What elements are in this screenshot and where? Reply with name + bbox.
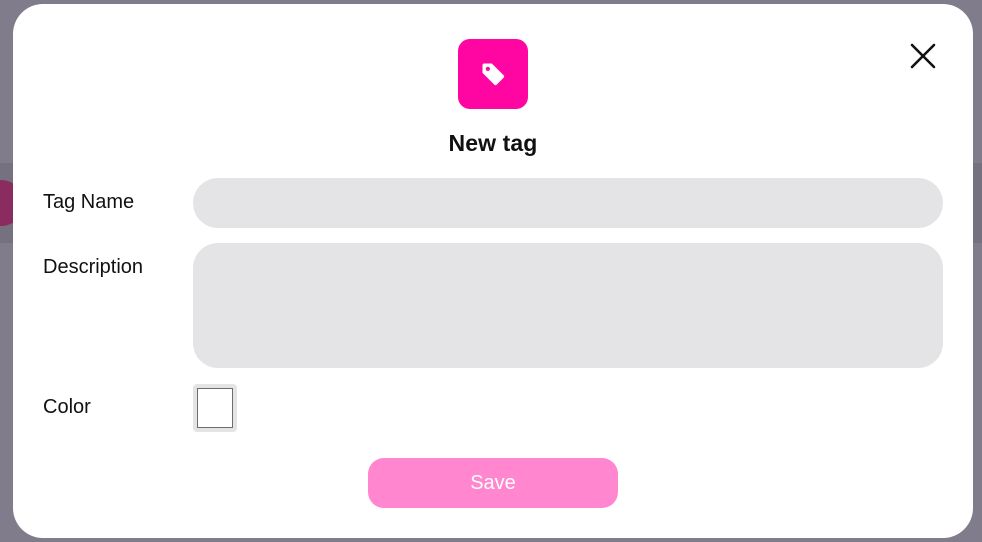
tag-icon (482, 63, 505, 86)
description-textarea[interactable] (193, 243, 943, 368)
close-button[interactable] (905, 38, 941, 74)
new-tag-dialog: New tag Tag Name Description Color Save (13, 4, 973, 538)
color-swatch-preview (197, 388, 233, 428)
color-picker[interactable] (193, 384, 237, 432)
tag-name-label: Tag Name (43, 191, 135, 213)
close-icon (910, 43, 936, 69)
description-label: Description (43, 256, 144, 278)
tag-badge (458, 39, 528, 109)
color-label: Color (43, 396, 91, 418)
dialog-title: New tag (448, 130, 538, 156)
save-button[interactable]: Save (368, 458, 618, 508)
tag-name-input[interactable] (193, 178, 943, 228)
